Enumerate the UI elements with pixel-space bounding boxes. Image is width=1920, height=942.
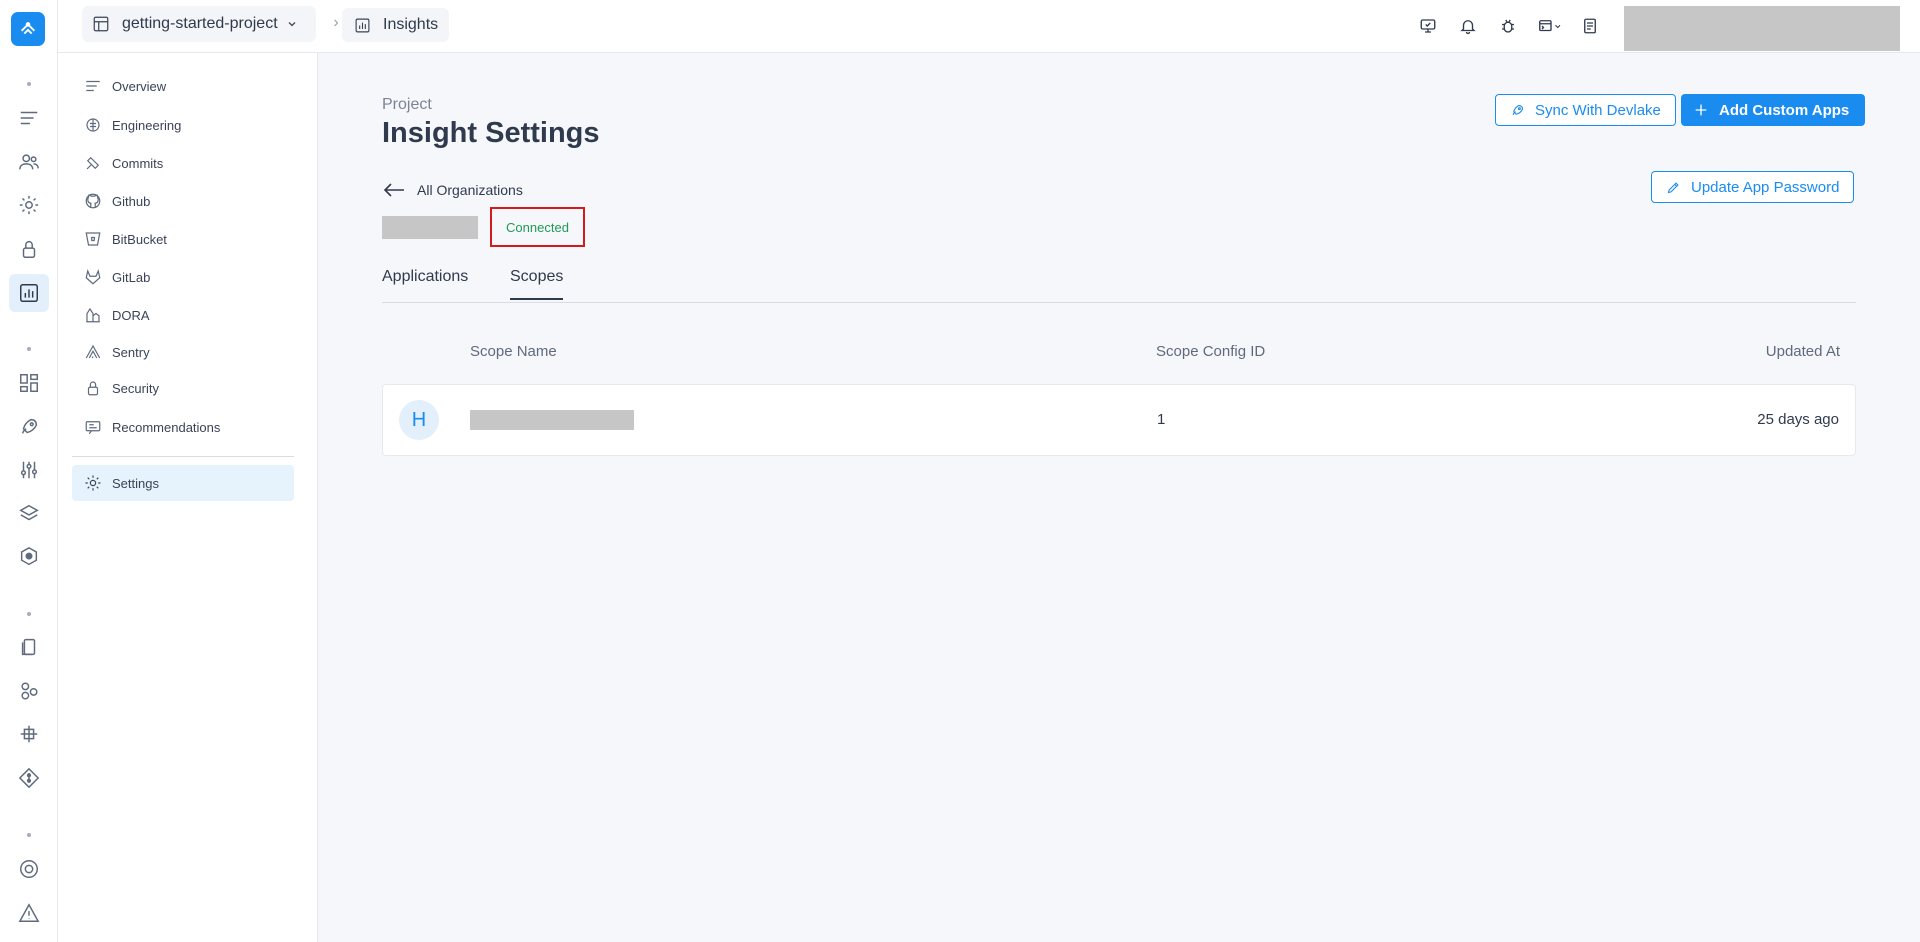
rail-lock-icon[interactable] <box>15 235 43 263</box>
sidebar-item-label: Github <box>112 193 151 209</box>
sidebar-item-label: GitLab <box>112 269 151 285</box>
sidebar-item-label: Sentry <box>112 344 150 360</box>
bitbucket-icon <box>85 232 101 246</box>
sidebar-item-label: Security <box>112 380 159 396</box>
rail-gear-icon[interactable] <box>15 191 43 219</box>
table-icon <box>93 16 109 32</box>
scope-config-id-cell: 1 <box>1157 411 1166 428</box>
updated-at-cell: 25 days ago <box>1757 411 1839 428</box>
sidebar-item-gitlab[interactable]: GitLab <box>72 259 294 295</box>
sidebar-item-github[interactable]: Github <box>72 183 294 219</box>
sidebar-item-settings[interactable]: Settings <box>72 465 294 501</box>
scope-name-redacted <box>470 410 634 430</box>
sidebar-item-overview[interactable]: Overview <box>72 68 294 104</box>
sidebar-item-dora[interactable]: DORA <box>72 297 294 333</box>
breadcrumb-project-label: getting-started-project <box>122 15 278 32</box>
sidebar-item-sentry[interactable]: Sentry <box>72 334 294 370</box>
brain-icon <box>86 118 100 132</box>
sidebar-item-label: Recommendations <box>112 419 221 435</box>
insights-sidebar: Overview Engineering Commits Github BitB… <box>58 53 318 942</box>
rail-divider-dot <box>27 82 31 86</box>
gear-icon <box>85 475 101 491</box>
update-password-label: Update App Password <box>1691 178 1840 196</box>
sentry-icon <box>85 344 101 359</box>
sidebar-item-label: BitBucket <box>112 231 167 247</box>
back-to-organizations-link[interactable]: All Organizations <box>382 177 523 203</box>
sync-button-label: Sync With Devlake <box>1535 101 1661 119</box>
rail-divider-dot <box>27 347 31 351</box>
connection-status-badge: Connected <box>490 207 585 247</box>
app-rail <box>0 0 58 942</box>
rail-layers-icon[interactable] <box>15 500 43 528</box>
rail-git-icon[interactable] <box>15 764 43 792</box>
recommendation-icon <box>85 421 101 435</box>
plus-icon <box>1695 104 1707 116</box>
tab-scopes[interactable]: Scopes <box>510 268 564 300</box>
pencil-icon <box>1667 181 1679 193</box>
add-button-label: Add Custom Apps <box>1719 101 1850 119</box>
lines-icon <box>86 80 100 92</box>
rail-apps-icon[interactable] <box>15 677 43 705</box>
column-header-scope-name[interactable]: Scope Name <box>470 343 557 360</box>
sidebar-divider <box>72 456 294 457</box>
rail-dashboard-icon[interactable] <box>15 369 43 397</box>
rail-divider-dot <box>27 612 31 616</box>
sidebar-item-label: Commits <box>112 155 164 171</box>
github-icon <box>85 193 101 209</box>
commit-icon <box>86 156 100 170</box>
sidebar-item-label: Settings <box>112 475 159 491</box>
sidebar-item-security[interactable]: Security <box>72 370 294 406</box>
sidebar-item-bitbucket[interactable]: BitBucket <box>72 221 294 257</box>
rail-users-icon[interactable] <box>15 148 43 176</box>
top-bar: getting-started-project › Insights <box>58 0 1920 53</box>
column-header-updated-at[interactable]: Updated At <box>1766 343 1840 360</box>
breadcrumb-insights[interactable]: Insights <box>342 8 449 42</box>
breadcrumb-insights-label: Insights <box>383 16 439 33</box>
document-icon[interactable] <box>1578 14 1602 38</box>
rail-sliders-icon[interactable] <box>15 456 43 484</box>
page-eyebrow: Project <box>382 96 432 113</box>
add-custom-apps-button[interactable]: Add Custom Apps <box>1681 94 1866 126</box>
breadcrumb-project-selector[interactable]: getting-started-project <box>82 6 316 42</box>
avatar: H <box>399 400 439 440</box>
sidebar-item-recommendations[interactable]: Recommendations <box>72 409 294 445</box>
settings-tabs: Applications Scopes <box>382 253 1856 303</box>
monitor-icon[interactable] <box>1416 14 1440 38</box>
rail-documents-icon[interactable] <box>15 633 43 661</box>
rail-integration-icon[interactable] <box>15 720 43 748</box>
back-link-label: All Organizations <box>417 182 523 198</box>
bug-icon[interactable] <box>1496 14 1520 38</box>
rocket-icon <box>1512 104 1524 115</box>
scopes-table-header: Scope Name Scope Config ID Updated At <box>382 343 1856 367</box>
app-logo-icon[interactable] <box>11 12 45 46</box>
chart-icon <box>355 18 370 32</box>
lock-icon <box>87 381 99 396</box>
user-profile-redacted[interactable] <box>1624 6 1900 51</box>
sidebar-item-label: Overview <box>112 78 167 94</box>
sidebar-item-commits[interactable]: Commits <box>72 145 294 181</box>
organization-name-redacted <box>382 216 478 239</box>
rail-rocket-icon[interactable] <box>15 413 43 441</box>
arrow-left-icon <box>383 183 404 197</box>
page-title: Insight Settings <box>382 117 600 149</box>
console-menu-icon[interactable] <box>1534 14 1568 38</box>
gitlab-icon <box>85 269 101 285</box>
bell-icon[interactable] <box>1456 14 1480 38</box>
tab-applications[interactable]: Applications <box>382 268 468 298</box>
rail-warning-icon[interactable] <box>15 899 43 927</box>
sidebar-item-label: DORA <box>112 307 150 323</box>
sync-with-devlake-button[interactable]: Sync With Devlake <box>1495 94 1676 126</box>
sidebar-item-label: Engineering <box>112 117 182 133</box>
table-row[interactable]: H 1 25 days ago <box>382 384 1856 456</box>
update-app-password-button[interactable]: Update App Password <box>1651 171 1855 203</box>
dora-icon <box>86 307 100 323</box>
rail-insights-icon[interactable] <box>9 274 49 312</box>
rail-target-icon[interactable] <box>15 855 43 883</box>
column-header-scope-config-id[interactable]: Scope Config ID <box>1156 343 1265 360</box>
rail-divider-dot <box>27 833 31 837</box>
rail-overview-icon[interactable] <box>15 104 43 132</box>
sidebar-item-engineering[interactable]: Engineering <box>72 107 294 143</box>
chevron-down-icon <box>288 22 296 27</box>
rail-helm-icon[interactable] <box>15 543 43 571</box>
